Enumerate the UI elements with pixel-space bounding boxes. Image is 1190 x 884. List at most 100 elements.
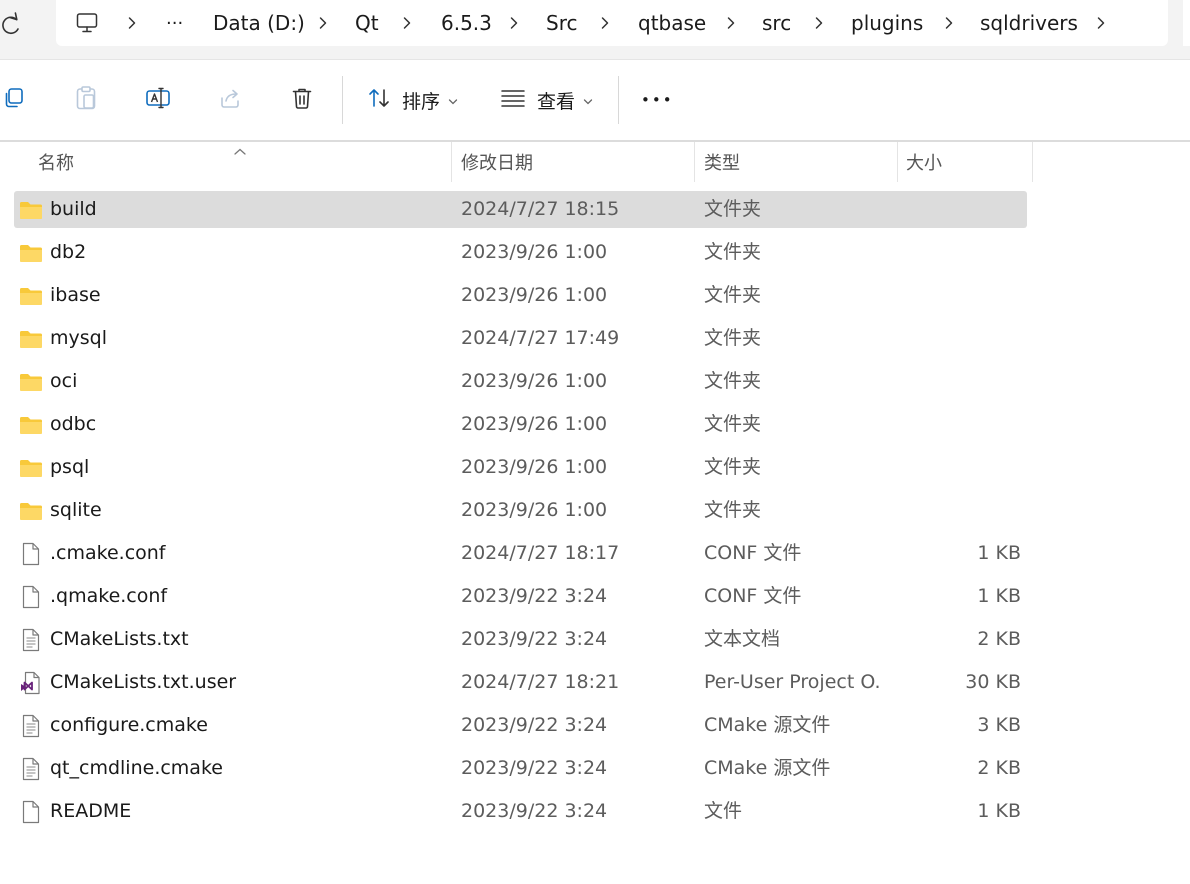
view-list-icon (500, 87, 526, 113)
rename-button[interactable] (145, 60, 171, 140)
chevron-right-icon[interactable] (600, 0, 610, 46)
file-name: oci (50, 370, 78, 392)
file-row[interactable]: README 2023/9/22 3:24 文件 1 KB (14, 793, 1027, 830)
view-button[interactable]: 查看 (500, 60, 593, 140)
folder-row[interactable]: psql 2023/9/26 1:00 文件夹 (14, 449, 1027, 486)
file-name: .qmake.conf (50, 585, 168, 607)
breadcrumb-segment-plugins[interactable]: plugins (851, 0, 923, 46)
file-row[interactable]: qt_cmdline.cmake 2023/9/22 3:24 CMake 源文件 2… (14, 750, 1027, 787)
modified-date: 2023/9/26 1:00 (461, 241, 608, 263)
file-name: CMakeLists.txt (50, 628, 189, 650)
chevron-right-icon[interactable] (726, 0, 736, 46)
breadcrumb-segment-src-upper[interactable]: Src (546, 0, 577, 46)
file-icon (18, 799, 44, 825)
folder-icon (18, 412, 44, 438)
modified-date: 2023/9/22 3:24 (461, 628, 608, 650)
column-divider[interactable] (451, 142, 452, 182)
file-name: configure.cmake (50, 714, 208, 736)
folder-row[interactable]: build 2024/7/27 18:15 文件夹 (14, 191, 1027, 228)
refresh-icon[interactable] (0, 10, 24, 38)
breadcrumb-segment-sqldrivers[interactable]: sqldrivers (980, 0, 1078, 46)
column-divider[interactable] (897, 142, 898, 182)
chevron-right-icon[interactable] (814, 0, 824, 46)
breadcrumb-segment-qt[interactable]: Qt (355, 0, 379, 46)
file-name: sqlite (50, 499, 102, 521)
file-size: 1 KB (977, 585, 1021, 607)
text-file-icon (18, 713, 44, 739)
breadcrumb-overflow-button[interactable]: ··· (166, 0, 183, 46)
file-type: CMake 源文件 (704, 757, 831, 779)
folder-row[interactable]: db2 2023/9/26 1:00 文件夹 (14, 234, 1027, 271)
column-divider[interactable] (694, 142, 695, 182)
file-type: 文件 (704, 800, 743, 822)
chevron-right-icon[interactable] (1096, 0, 1106, 46)
folder-row[interactable]: oci 2023/9/26 1:00 文件夹 (14, 363, 1027, 400)
toolbar-bottom-border (0, 140, 1190, 142)
sort-button[interactable]: 排序 (367, 60, 458, 140)
file-type: 文件夹 (704, 456, 762, 478)
toolbar-divider (618, 76, 619, 124)
rename-icon (145, 86, 171, 114)
folder-icon (18, 369, 44, 395)
search-box-edge[interactable] (1183, 0, 1190, 46)
file-row[interactable]: .qmake.conf 2023/9/22 3:24 CONF 文件 1 KB (14, 578, 1027, 615)
file-row[interactable]: configure.cmake 2023/9/22 3:24 CMake 源文件 3 … (14, 707, 1027, 744)
breadcrumb-segment-version[interactable]: 6.5.3 (441, 0, 492, 46)
file-name: CMakeLists.txt.user (50, 671, 237, 693)
column-header-size[interactable]: 大小 (906, 142, 942, 182)
breadcrumb-segment-data-d[interactable]: Data (D:) (213, 0, 305, 46)
chevron-right-icon[interactable] (402, 0, 412, 46)
text-file-icon (18, 756, 44, 782)
chevron-right-icon[interactable] (127, 0, 137, 46)
delete-button[interactable] (290, 60, 314, 140)
visual-studio-file-icon (18, 670, 44, 696)
file-name: README (50, 800, 132, 822)
this-pc-icon[interactable] (75, 0, 99, 46)
file-size: 1 KB (977, 800, 1021, 822)
file-icon (18, 584, 44, 610)
see-more-button[interactable]: ••• (641, 60, 674, 140)
folder-icon (18, 240, 44, 266)
file-row[interactable]: CMakeLists.txt.user 2024/7/27 18:21 Per-Us… (14, 664, 1027, 701)
modified-date: 2023/9/26 1:00 (461, 456, 608, 478)
file-name: mysql (50, 327, 107, 349)
chevron-right-icon[interactable] (944, 0, 954, 46)
chevron-right-icon[interactable] (509, 0, 519, 46)
paste-button[interactable] (74, 60, 98, 140)
breadcrumb-segment-qtbase[interactable]: qtbase (638, 0, 706, 46)
sort-ascending-icon (233, 142, 247, 161)
toolbar-divider (342, 76, 343, 124)
folder-row[interactable]: mysql 2024/7/27 17:49 文件夹 (14, 320, 1027, 357)
chevron-right-icon[interactable] (318, 0, 328, 46)
folder-row[interactable]: odbc 2023/9/26 1:00 文件夹 (14, 406, 1027, 443)
column-header-date[interactable]: 修改日期 (461, 142, 533, 182)
modified-date: 2023/9/26 1:00 (461, 370, 608, 392)
modified-date: 2023/9/22 3:24 (461, 714, 608, 736)
file-type: 文本文档 (704, 628, 781, 650)
modified-date: 2023/9/22 3:24 (461, 585, 608, 607)
copy-button[interactable] (2, 60, 26, 140)
folder-row[interactable]: ibase 2023/9/26 1:00 文件夹 (14, 277, 1027, 314)
file-type: 文件夹 (704, 413, 762, 435)
file-size: 2 KB (977, 757, 1021, 779)
file-row[interactable]: CMakeLists.txt 2023/9/22 3:24 文本文档 2 KB (14, 621, 1027, 658)
text-file-icon (18, 627, 44, 653)
file-size: 2 KB (977, 628, 1021, 650)
breadcrumb: ··· Data (D:) Qt 6.5.3 Src qtbase src pl… (56, 0, 1168, 46)
folder-icon (18, 498, 44, 524)
breadcrumb-segment-src[interactable]: src (762, 0, 791, 46)
modified-date: 2023/9/26 1:00 (461, 284, 608, 306)
column-divider[interactable] (1032, 142, 1033, 182)
file-type: 文件夹 (704, 499, 762, 521)
file-row[interactable]: .cmake.conf 2024/7/27 18:17 CONF 文件 1 KB (14, 535, 1027, 572)
sort-arrows-icon (367, 86, 391, 114)
column-header-type[interactable]: 类型 (704, 142, 740, 182)
folder-row[interactable]: sqlite 2023/9/26 1:00 文件夹 (14, 492, 1027, 529)
file-icon (18, 541, 44, 567)
file-name: psql (50, 456, 90, 478)
share-button[interactable] (218, 60, 242, 140)
column-header-name[interactable]: 名称 (38, 142, 74, 182)
file-type: 文件夹 (704, 198, 762, 220)
clipboard-icon (74, 85, 98, 115)
file-size: 1 KB (977, 542, 1021, 564)
